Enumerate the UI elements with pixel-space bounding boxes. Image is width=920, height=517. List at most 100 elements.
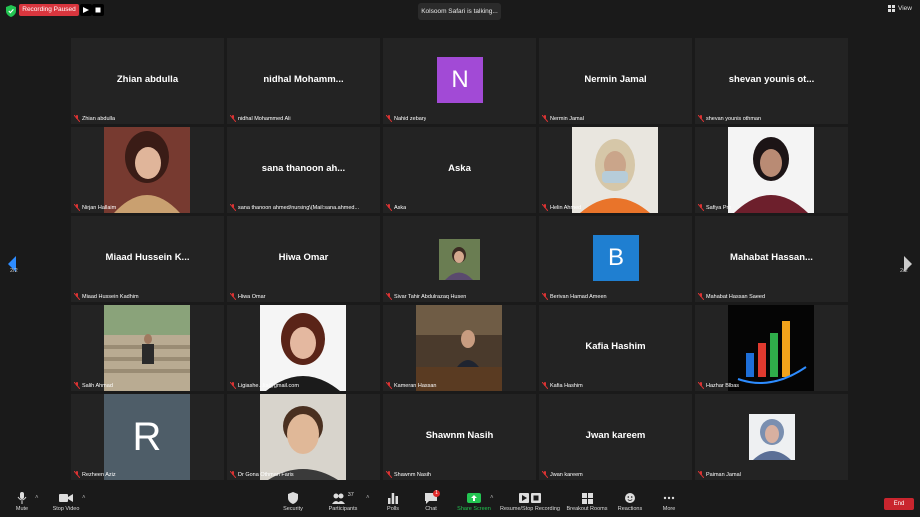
polls-icon [388, 493, 398, 504]
participant-tile[interactable]: Shawnm Nasih Shawnm Nasih [383, 394, 536, 480]
share-screen-button[interactable]: Share Screen [455, 492, 493, 512]
participant-label: Dr Gona Othman Faris [230, 471, 294, 478]
participant-display-name: Nermin Jamal [584, 74, 647, 85]
share-options-caret-icon[interactable]: ˄ [490, 495, 494, 501]
chat-button[interactable]: 1 Chat [420, 490, 442, 512]
muted-mic-icon [542, 471, 548, 478]
participant-display-name: Shawnm Nasih [425, 430, 494, 441]
participant-display-name: shevan younis ot... [728, 74, 815, 85]
participants-button[interactable]: 37 Participants [326, 492, 360, 512]
participants-options-caret-icon[interactable]: ˄ [366, 495, 370, 501]
participant-tile[interactable]: R Rezheen Aziz [71, 394, 224, 480]
participant-name: Ligiashe...lis@gmail.com [238, 382, 299, 389]
next-page-arrow-icon[interactable] [900, 248, 916, 280]
share-screen-icon [467, 493, 481, 503]
avatar-letter: N [437, 57, 483, 103]
muted-mic-icon [386, 115, 392, 122]
recording-controls-icon [519, 493, 541, 503]
participant-display-name: Hiwa Omar [278, 252, 329, 263]
participant-tile[interactable]: Kafia Hashim Kafia Hashim [539, 305, 692, 391]
participant-tile[interactable]: B Berivan Hamad Ameen [539, 216, 692, 302]
participant-tile[interactable]: Safiya Pro [695, 127, 848, 213]
resume-stop-recording-button[interactable]: Resume/Stop Recording [498, 492, 562, 512]
participant-display-name: Jwan kareem [585, 430, 646, 441]
participant-tile[interactable]: shevan younis ot... shevan younis othman [695, 38, 848, 124]
breakout-rooms-label: Breakout Rooms [566, 506, 608, 512]
security-label: Security [283, 506, 303, 512]
video-options-caret-icon[interactable]: ˄ [82, 495, 86, 501]
muted-mic-icon [698, 382, 704, 389]
participant-video [104, 127, 190, 213]
muted-mic-icon [386, 471, 392, 478]
participant-tile[interactable]: Jwan kareem Jwan kareem [539, 394, 692, 480]
participant-label: Safiya Pro [698, 204, 731, 211]
muted-mic-icon [74, 382, 80, 389]
stat-logo-picture [728, 305, 814, 391]
muted-mic-icon [230, 293, 236, 300]
participant-label: Salih Ahmad [74, 382, 113, 389]
participant-tile[interactable]: Salih Ahmad [71, 305, 224, 391]
participant-tile[interactable]: Ligiashe...lis@gmail.com [227, 305, 380, 391]
participant-label: Kafia Hashim [542, 382, 583, 389]
breakout-rooms-button[interactable]: Breakout Rooms [565, 492, 609, 512]
muted-mic-icon [698, 204, 704, 211]
participant-tile[interactable]: Kameran Hassan [383, 305, 536, 391]
participant-name: Kafia Hashim [550, 382, 583, 389]
top-bar: Recording Paused Kolsoom Safari is talki… [0, 0, 920, 22]
stop-video-button[interactable]: Stop Video [48, 492, 84, 512]
participant-name: Aska [394, 204, 407, 211]
stop-recording-button[interactable] [92, 4, 104, 16]
participant-tile[interactable]: Miaad Hussein K... Miaad Hussein Kadhim [71, 216, 224, 302]
participant-tile[interactable]: Hazhar Blbas [695, 305, 848, 391]
participant-name: sana thanoon ahmed/nursing\(Mail:sana.ah… [238, 204, 360, 211]
participant-label: Nermin Jamal [542, 115, 584, 122]
resume-recording-button[interactable] [80, 4, 92, 16]
audio-options-caret-icon[interactable]: ˄ [35, 495, 39, 501]
previous-page-arrow-icon[interactable] [4, 248, 20, 280]
participant-tile[interactable]: Dr Gona Othman Faris [227, 394, 380, 480]
participant-tile[interactable]: Sivar Tahir Abdulrazaq Husen [383, 216, 536, 302]
security-shield-icon [6, 5, 16, 17]
participant-tile[interactable]: Helin Ahmed [539, 127, 692, 213]
participant-label: Sivar Tahir Abdulrazaq Husen [386, 293, 466, 300]
participant-tile[interactable]: Nirjan Hallaim [71, 127, 224, 213]
muted-mic-icon [74, 115, 80, 122]
participant-label: Kameran Hassan [386, 382, 437, 389]
video-camera-icon [59, 494, 73, 502]
participant-tile[interactable]: N Nahid zebary [383, 38, 536, 124]
participant-name: Jwan kareem [550, 471, 583, 478]
participant-tile[interactable]: Aska Aska [383, 127, 536, 213]
participants-icon [332, 493, 346, 504]
view-button[interactable]: View [888, 5, 912, 12]
participant-tile[interactable]: Hiwa Omar Hiwa Omar [227, 216, 380, 302]
participant-tile[interactable]: Paiman Jamal [695, 394, 848, 480]
muted-mic-icon [698, 115, 704, 122]
participant-tile[interactable]: nidhal Mohamm... nidhal Mohammed Ali [227, 38, 380, 124]
muted-mic-icon [386, 204, 392, 211]
participant-name: Nahid zebary [394, 115, 427, 122]
participant-tile[interactable]: sana thanoon ah... sana thanoon ahmed/nu… [227, 127, 380, 213]
participant-display-name: Mahabat Hassan... [730, 252, 813, 263]
avatar-letter: R [104, 394, 190, 480]
participant-name: Safiya Pro [706, 204, 732, 211]
participant-tile[interactable]: Nermin Jamal Nermin Jamal [539, 38, 692, 124]
participants-count: 37 [347, 492, 354, 498]
more-button[interactable]: More [659, 492, 679, 512]
participant-label: Miaad Hussein Kadhim [74, 293, 139, 300]
participant-label: shevan younis othman [698, 115, 761, 122]
participant-tile[interactable]: Mahabat Hassan... Mahabat Hassan Saeed [695, 216, 848, 302]
participant-label: Berivan Hamad Ameen [542, 293, 607, 300]
muted-mic-icon [386, 382, 392, 389]
reactions-button[interactable]: Reactions [616, 492, 644, 512]
participant-label: Jwan kareem [542, 471, 583, 478]
avatar-letter: B [593, 235, 639, 281]
participant-tile[interactable]: Zhian abdulla Zhian abdulla [71, 38, 224, 124]
end-meeting-button[interactable]: End [884, 498, 914, 510]
polls-button[interactable]: Polls [383, 492, 403, 512]
participant-video [572, 127, 658, 213]
muted-mic-icon [542, 293, 548, 300]
muted-mic-icon [74, 471, 80, 478]
mute-button[interactable]: Mute [10, 492, 34, 512]
security-button[interactable]: Security [280, 492, 306, 512]
participant-name: Kameran Hassan [394, 382, 437, 389]
